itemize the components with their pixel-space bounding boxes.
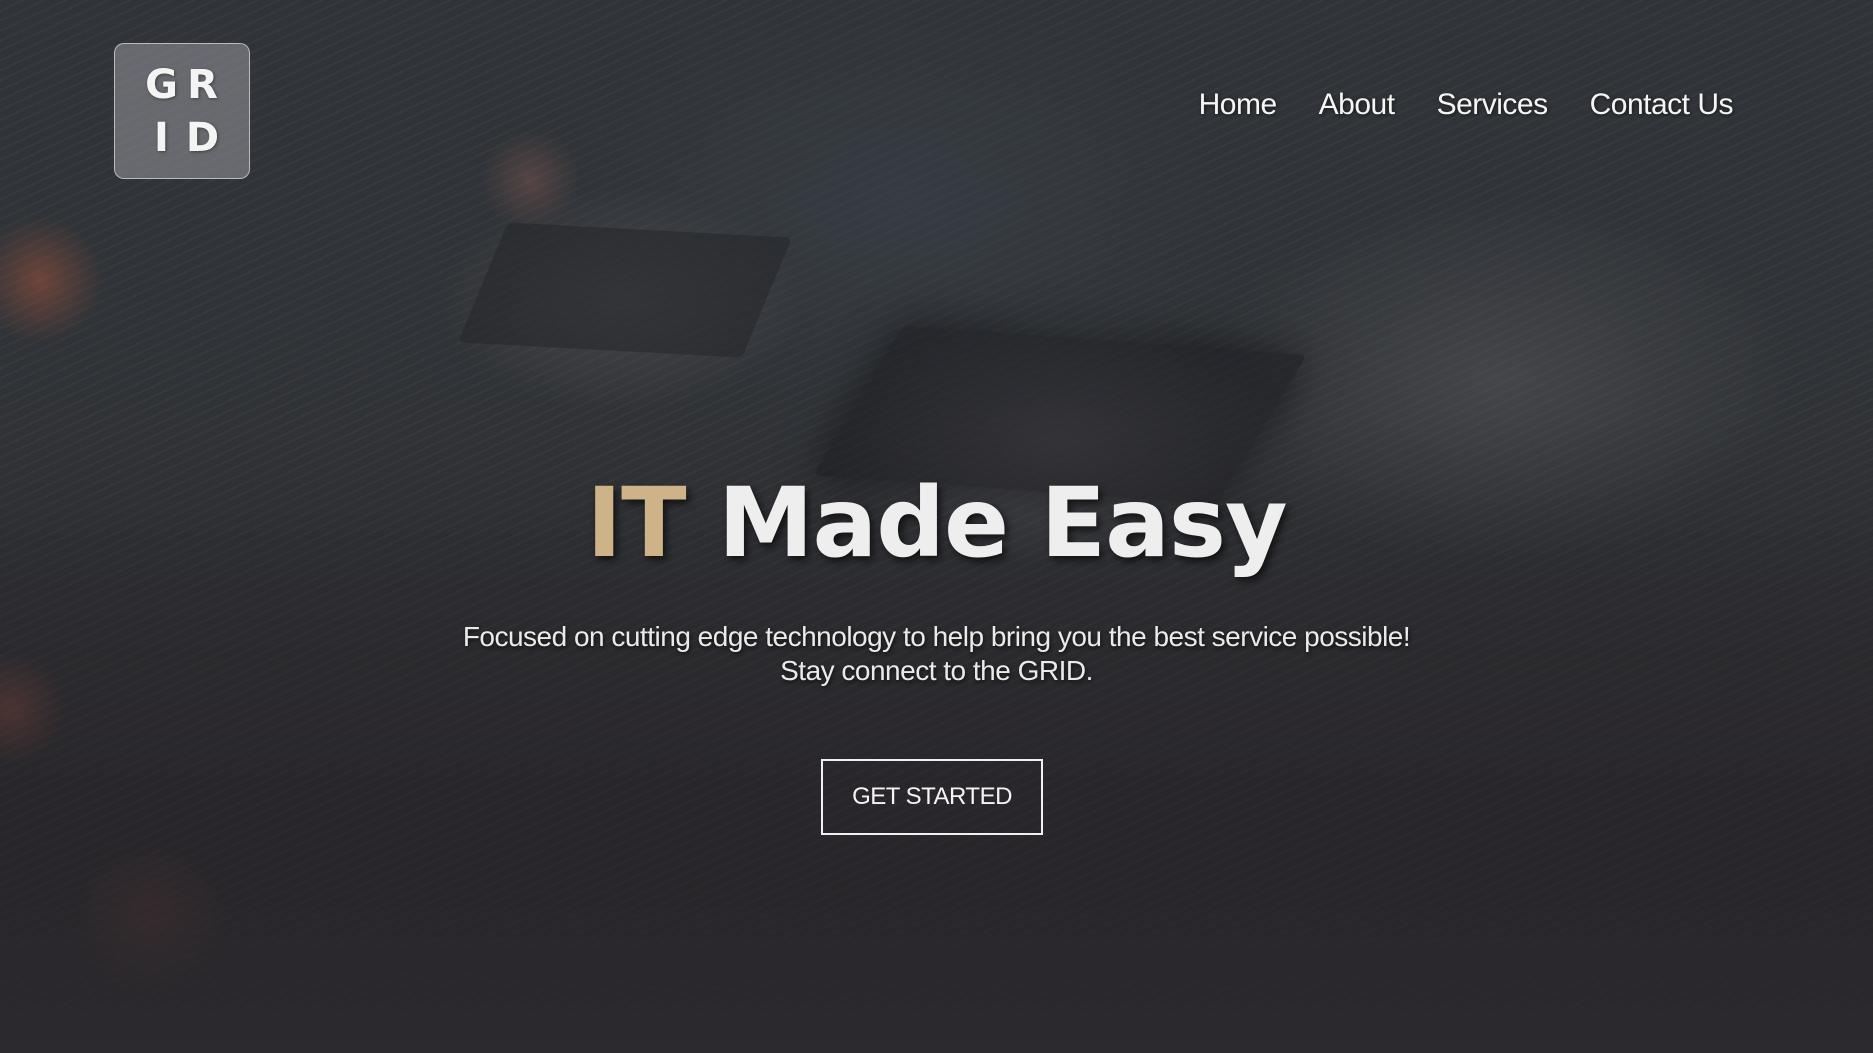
hero-headline: IT Made Easy xyxy=(0,468,1873,578)
get-started-button[interactable]: GET STARTED xyxy=(821,759,1043,835)
logo-letter: I xyxy=(154,114,169,161)
grid-logo[interactable]: G R I D xyxy=(114,43,250,179)
headline-rest: Made Easy xyxy=(717,467,1288,579)
hero-tagline: Focused on cutting edge technology to he… xyxy=(0,620,1873,688)
tagline-line-1: Focused on cutting edge technology to he… xyxy=(462,621,1411,652)
nav-link-contact-us[interactable]: Contact Us xyxy=(1590,88,1734,122)
logo-letter: G xyxy=(145,61,178,108)
tagline-line-2: Stay connect to the GRID. xyxy=(780,655,1093,686)
hero-section: G R I D Home About Services Contact Us I… xyxy=(0,0,1873,1053)
main-navigation: Home About Services Contact Us xyxy=(1199,88,1734,122)
nav-link-services[interactable]: Services xyxy=(1437,88,1549,122)
nav-link-about[interactable]: About xyxy=(1319,88,1395,122)
nav-link-home[interactable]: Home xyxy=(1199,88,1278,122)
headline-accent: IT xyxy=(586,467,686,579)
logo-letter: R xyxy=(187,61,218,108)
logo-letter: D xyxy=(185,114,220,161)
